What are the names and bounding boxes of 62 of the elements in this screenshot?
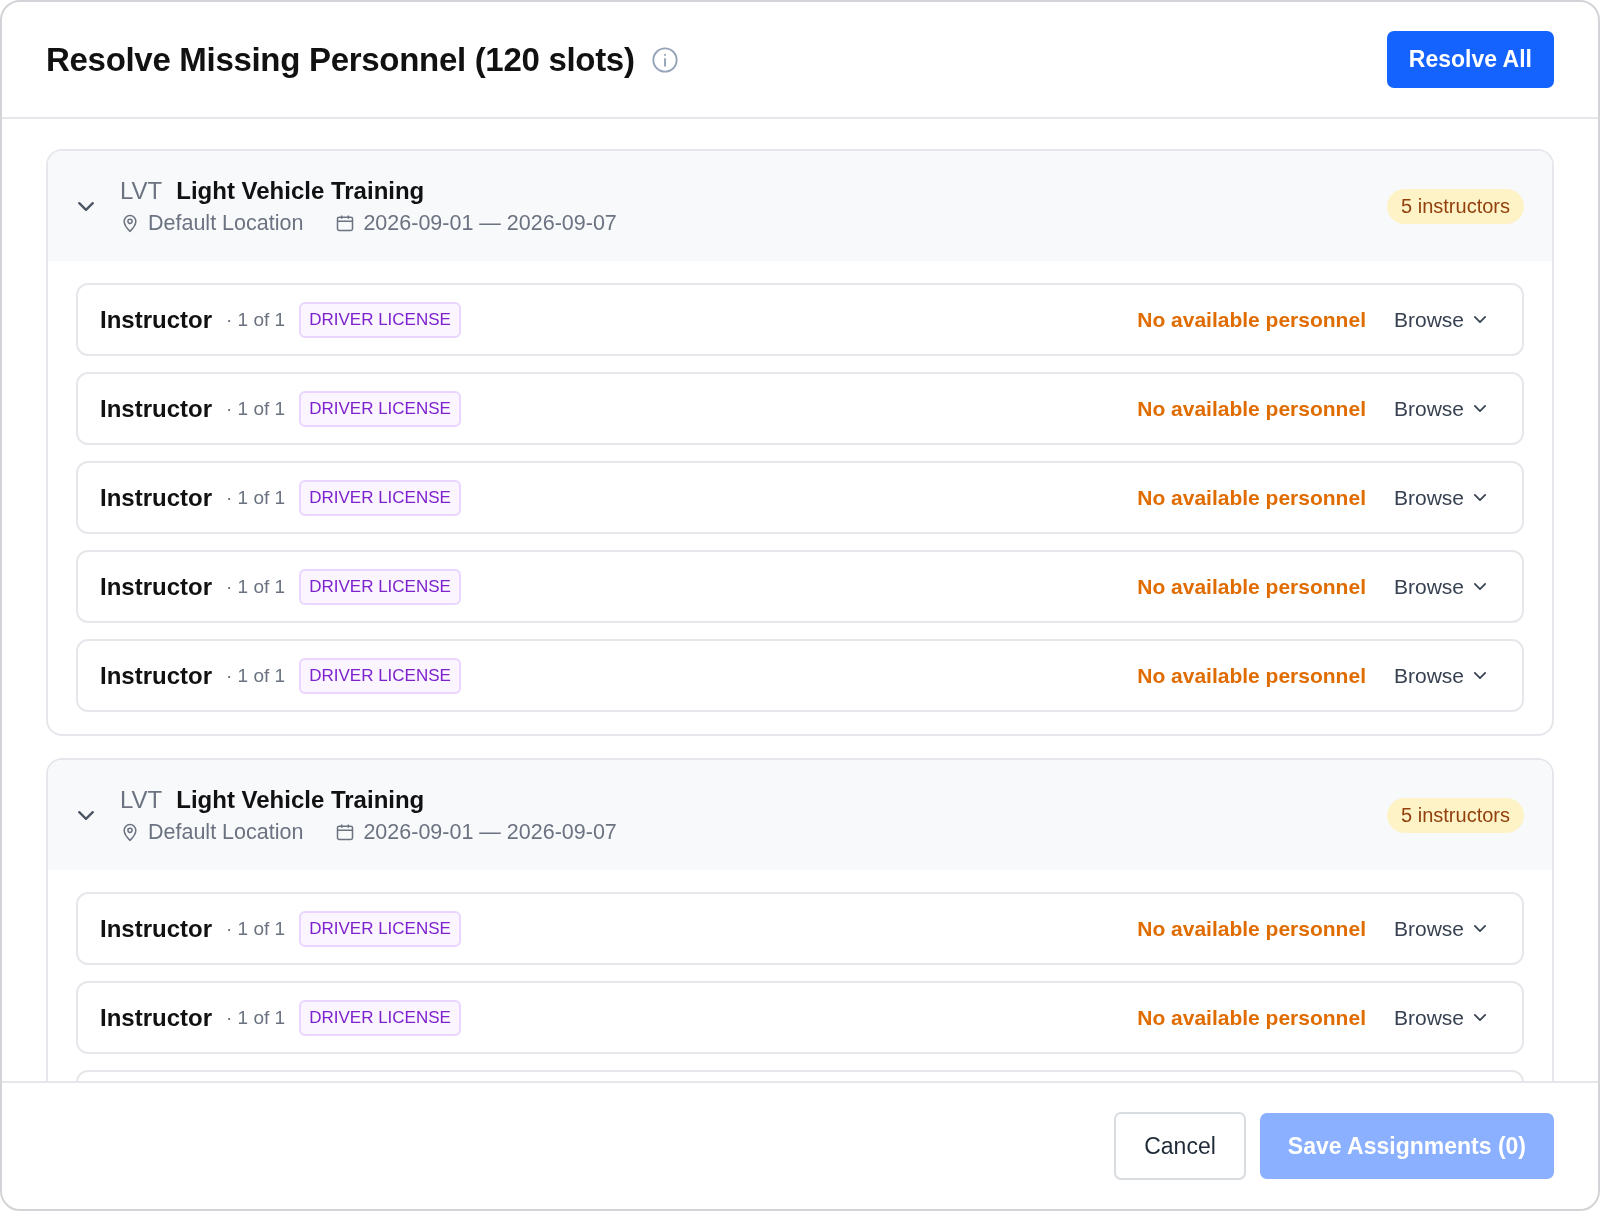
slot-count: · 1 of 1	[226, 1006, 286, 1029]
role-name: Instructor	[100, 914, 212, 943]
status-text: No available personnel	[1137, 574, 1366, 599]
calendar-icon	[335, 822, 356, 842]
status-text: No available personnel	[1137, 485, 1366, 510]
date-range: 2026-09-01 — 2026-09-07	[363, 210, 617, 236]
chevron-down-icon	[1474, 1014, 1486, 1021]
role-name: Instructor	[100, 1003, 212, 1032]
chevron-down-icon	[1474, 405, 1486, 412]
status-text: No available personnel	[1137, 396, 1366, 421]
slot-count: · 1 of 1	[226, 397, 286, 420]
instructor-count-badge: 5 instructors	[1387, 797, 1524, 833]
course-code: LVT	[120, 176, 163, 205]
course-name: Light Vehicle Training	[176, 176, 425, 205]
slot-count: · 1 of 1	[226, 308, 286, 331]
browse-dropdown[interactable]: Browse	[1393, 1005, 1486, 1030]
browse-dropdown[interactable]: Browse	[1393, 396, 1486, 421]
instructor-count-badge: 5 instructors	[1387, 188, 1524, 224]
info-icon[interactable]	[650, 45, 679, 74]
qualification-tag: DRIVER LICENSE	[299, 999, 461, 1036]
slot-count: · 1 of 1	[226, 664, 286, 687]
cancel-button[interactable]: Cancel	[1114, 1112, 1246, 1180]
browse-dropdown[interactable]: Browse	[1393, 574, 1486, 599]
role-name: Instructor	[100, 394, 212, 423]
role-name: Instructor	[100, 305, 212, 334]
dialog-title: Resolve Missing Personnel (120 slots)	[46, 40, 635, 79]
status-text: No available personnel	[1137, 916, 1366, 941]
resolve-all-button[interactable]: Resolve All	[1386, 31, 1554, 88]
browse-dropdown[interactable]: Browse	[1393, 916, 1486, 941]
location-pin-icon	[120, 822, 140, 842]
status-text: No available personnel	[1137, 1005, 1366, 1030]
chevron-down-icon	[78, 201, 94, 211]
course-code: LVT	[120, 785, 163, 814]
browse-dropdown[interactable]: Browse	[1393, 307, 1486, 332]
role-name: Instructor	[100, 661, 212, 690]
location-text: Default Location	[148, 210, 304, 236]
slot-count: · 1 of 1	[226, 917, 286, 940]
chevron-down-icon	[78, 810, 94, 820]
chevron-down-icon	[1474, 316, 1486, 323]
location-text: Default Location	[148, 819, 304, 845]
slot-count: · 1 of 1	[226, 575, 286, 598]
status-text: No available personnel	[1137, 663, 1366, 688]
chevron-down-icon	[1474, 494, 1486, 501]
browse-dropdown[interactable]: Browse	[1393, 485, 1486, 510]
qualification-tag: DRIVER LICENSE	[299, 479, 461, 516]
qualification-tag: DRIVER LICENSE	[299, 910, 461, 947]
qualification-tag: DRIVER LICENSE	[299, 301, 461, 338]
chevron-down-icon	[1474, 925, 1486, 932]
location-pin-icon	[120, 213, 140, 233]
chevron-down-icon	[1474, 583, 1486, 590]
qualification-tag: DRIVER LICENSE	[299, 568, 461, 605]
slot-count: · 1 of 1	[226, 486, 286, 509]
chevron-down-icon	[1474, 672, 1486, 679]
role-name: Instructor	[100, 483, 212, 512]
role-name: Instructor	[100, 572, 212, 601]
qualification-tag: DRIVER LICENSE	[299, 390, 461, 427]
browse-dropdown[interactable]: Browse	[1393, 663, 1486, 688]
status-text: No available personnel	[1137, 307, 1366, 332]
qualification-tag: DRIVER LICENSE	[299, 657, 461, 694]
calendar-icon	[335, 213, 356, 233]
course-name: Light Vehicle Training	[176, 785, 425, 814]
date-range: 2026-09-01 — 2026-09-07	[363, 819, 617, 845]
